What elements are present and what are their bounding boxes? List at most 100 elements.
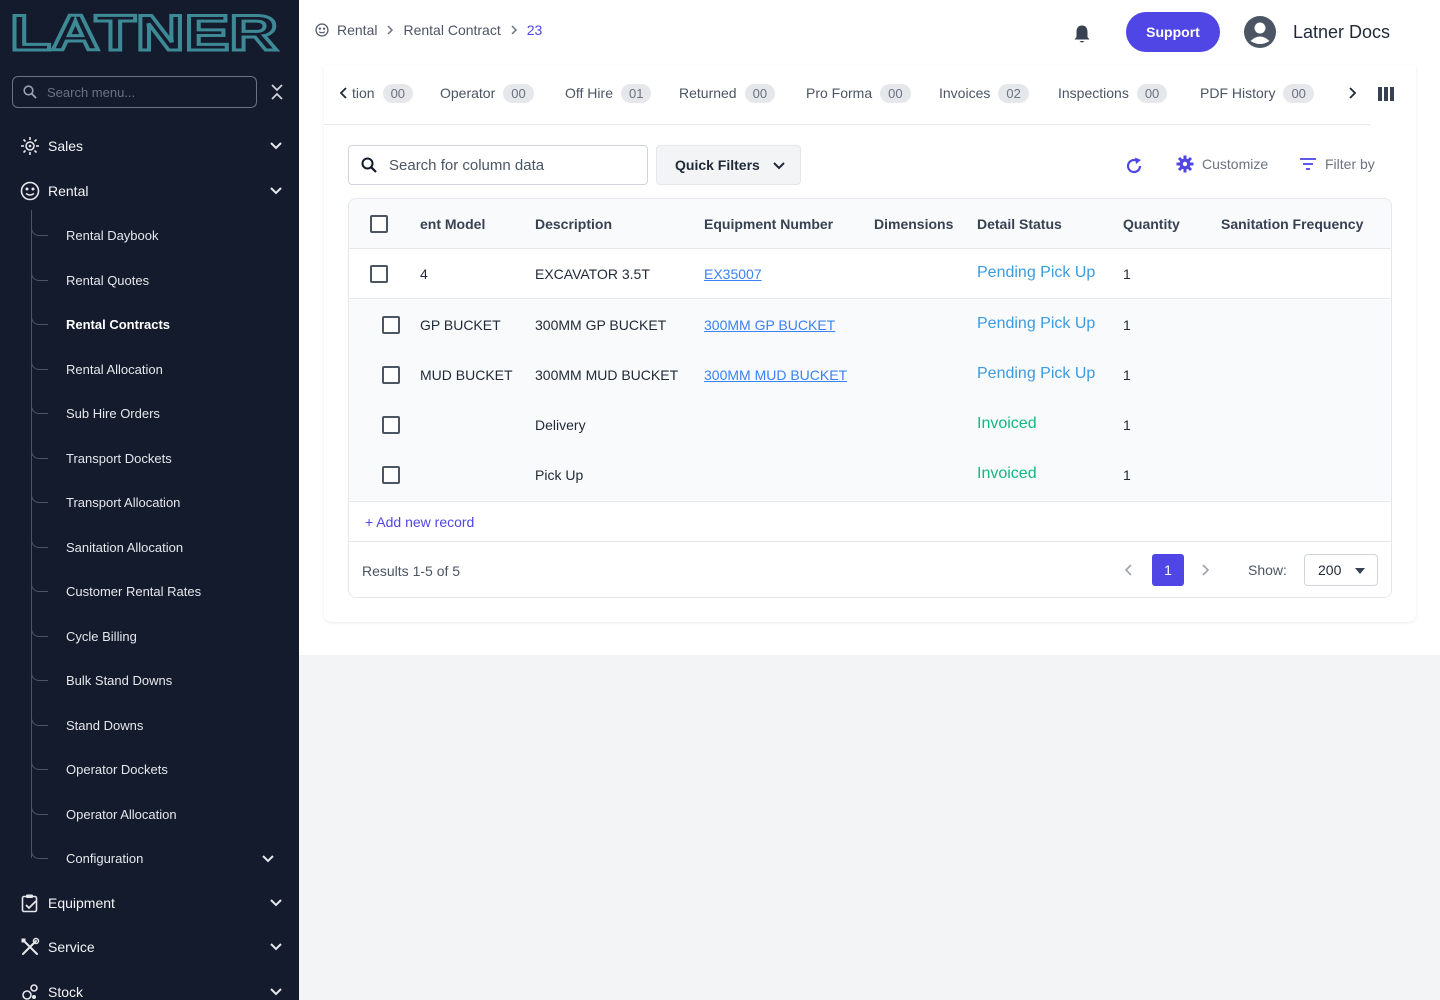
sidebar-item-customer-rental-rates[interactable]: Customer Rental Rates bbox=[31, 571, 299, 611]
avatar[interactable] bbox=[1244, 16, 1276, 48]
row-checkbox[interactable] bbox=[382, 466, 400, 484]
sidebar-item-equipment[interactable]: Equipment bbox=[0, 883, 299, 923]
chevron-left-icon[interactable] bbox=[1122, 563, 1136, 577]
tab-returned[interactable]: Returned 00 bbox=[679, 82, 776, 104]
support-button[interactable]: Support bbox=[1126, 12, 1220, 52]
tab-pdf-history[interactable]: PDF History 00 bbox=[1200, 82, 1314, 104]
chevron-left-icon[interactable] bbox=[336, 85, 352, 101]
cell-detail-status: Pending Pick Up bbox=[977, 365, 1096, 382]
tab-count: 01 bbox=[620, 83, 652, 103]
sidebar-item-configuration[interactable]: Configuration bbox=[31, 838, 299, 878]
tab-operator[interactable]: Operator 00 bbox=[440, 82, 534, 104]
sidebar-item-label: Sub Hire Orders bbox=[66, 405, 160, 421]
sidebar-item-service[interactable]: Service bbox=[0, 927, 299, 967]
column-search-input[interactable] bbox=[389, 156, 639, 174]
table-row[interactable]: GP BUCKET 300MM GP BUCKET 300MM GP BUCKE… bbox=[349, 300, 1391, 350]
tab-off-hire[interactable]: Off Hire 01 bbox=[565, 82, 652, 104]
sidebar-item-sales[interactable]: Sales bbox=[0, 126, 299, 166]
column-header-quantity[interactable]: Quantity bbox=[1123, 216, 1180, 232]
sidebar-item-rental-allocation[interactable]: Rental Allocation bbox=[31, 349, 299, 389]
sidebar-item-transport-dockets[interactable]: Transport Dockets bbox=[31, 438, 299, 478]
column-header-dimensions[interactable]: Dimensions bbox=[874, 216, 953, 232]
filter-by-button[interactable]: Filter by bbox=[1299, 155, 1375, 173]
collapse-sidebar-icon[interactable] bbox=[268, 82, 286, 102]
menu-search-box[interactable] bbox=[12, 76, 257, 108]
breadcrumb-rental-contract[interactable]: Rental Contract bbox=[403, 22, 500, 38]
service-icon bbox=[20, 937, 40, 957]
equipment-icon bbox=[20, 893, 40, 913]
column-header-description[interactable]: Description bbox=[535, 216, 612, 232]
sidebar-item-rental[interactable]: Rental bbox=[0, 171, 299, 211]
customize-label: Customize bbox=[1202, 156, 1269, 172]
quick-filters-button[interactable]: Quick Filters bbox=[656, 145, 801, 185]
cell-description: 300MM MUD BUCKET bbox=[535, 367, 679, 383]
cell-equipment-number-link[interactable]: 300MM MUD BUCKET bbox=[704, 367, 847, 383]
sidebar-item-rental-contracts[interactable]: Rental Contracts bbox=[31, 304, 299, 344]
sidebar-item-transport-allocation[interactable]: Transport Allocation bbox=[31, 482, 299, 522]
sidebar-item-stock[interactable]: Stock bbox=[0, 972, 299, 1000]
page-size-label: Show: bbox=[1248, 562, 1287, 578]
bell-icon[interactable] bbox=[1071, 23, 1093, 45]
chevron-right-icon[interactable] bbox=[1344, 85, 1360, 101]
table-row[interactable]: 4 EXCAVATOR 3.5T EX35007 Pending Pick Up… bbox=[349, 249, 1391, 299]
cell-equipment-number-link[interactable]: EX35007 bbox=[704, 266, 762, 282]
quick-filters-label: Quick Filters bbox=[675, 157, 760, 173]
column-header-detail-status[interactable]: Detail Status bbox=[977, 216, 1062, 232]
sidebar-item-sanitation-allocation[interactable]: Sanitation Allocation bbox=[31, 527, 299, 567]
page-size-select[interactable]: 200 bbox=[1304, 554, 1378, 586]
refresh-icon[interactable] bbox=[1124, 156, 1144, 176]
top-header: Rental Rental Contract 23 Support Latner… bbox=[299, 0, 1440, 65]
table-row[interactable]: Delivery Invoiced 1 bbox=[349, 400, 1391, 450]
tab-invoices[interactable]: Invoices 02 bbox=[939, 82, 1029, 104]
tab-count: 00 bbox=[880, 83, 911, 103]
select-all-checkbox[interactable] bbox=[370, 215, 388, 233]
breadcrumb-rental[interactable]: Rental bbox=[337, 22, 377, 38]
columns-icon[interactable] bbox=[1378, 87, 1394, 101]
customize-button[interactable]: Customize bbox=[1176, 155, 1268, 173]
breadcrumb: Rental Rental Contract 23 bbox=[315, 22, 542, 38]
table-row[interactable]: Pick Up Invoiced 1 bbox=[349, 450, 1391, 500]
tab-label: Operator bbox=[440, 85, 496, 101]
cell-model: 4 bbox=[420, 266, 428, 282]
column-header-model[interactable]: ent Model bbox=[420, 216, 485, 232]
table-row[interactable]: MUD BUCKET 300MM MUD BUCKET 300MM MUD BU… bbox=[349, 350, 1391, 400]
column-header-equipment-number[interactable]: Equipment Number bbox=[704, 216, 833, 232]
tab-count: 00 bbox=[382, 83, 414, 103]
sidebar-item-stand-downs[interactable]: Stand Downs bbox=[31, 705, 299, 745]
column-header-sanitation-frequency[interactable]: Sanitation Frequency bbox=[1221, 216, 1363, 232]
row-checkbox[interactable] bbox=[382, 416, 400, 434]
add-new-record-link[interactable]: + Add new record bbox=[349, 501, 1391, 541]
sidebar-item-rental-daybook[interactable]: Rental Daybook bbox=[31, 215, 299, 255]
sidebar-item-operator-dockets[interactable]: Operator Dockets bbox=[31, 749, 299, 789]
sidebar-item-label: Customer Rental Rates bbox=[66, 583, 202, 599]
sidebar-item-bulk-stand-downs[interactable]: Bulk Stand Downs bbox=[31, 660, 299, 700]
tab-pro-forma[interactable]: Pro Forma 00 bbox=[806, 82, 911, 104]
column-search-box[interactable] bbox=[348, 145, 648, 185]
sidebar-item-label: Service bbox=[48, 939, 95, 955]
chevron-down-icon bbox=[270, 142, 282, 150]
sidebar-item-label: Rental Contracts bbox=[66, 316, 171, 332]
page-button-current[interactable]: 1 bbox=[1152, 554, 1184, 586]
user-name[interactable]: Latner Docs bbox=[1293, 22, 1390, 43]
sidebar-item-sub-hire-orders[interactable]: Sub Hire Orders bbox=[31, 393, 299, 433]
chevron-right-icon[interactable] bbox=[1198, 563, 1212, 577]
tab-allocation[interactable]: tion 00 bbox=[352, 82, 414, 104]
tab-label: Pro Forma bbox=[806, 85, 873, 101]
sidebar-item-cycle-billing[interactable]: Cycle Billing bbox=[31, 616, 299, 656]
filter-icon bbox=[1300, 158, 1316, 170]
row-checkbox[interactable] bbox=[382, 366, 400, 384]
latner-logo[interactable]: LATNER bbox=[10, 10, 280, 54]
gear-icon bbox=[1176, 155, 1194, 173]
rental-icon bbox=[315, 23, 329, 37]
sidebar-item-label: Rental bbox=[48, 183, 89, 199]
sidebar-item-rental-quotes[interactable]: Rental Quotes bbox=[31, 260, 299, 300]
cell-equipment-number-link[interactable]: 300MM GP BUCKET bbox=[704, 317, 835, 333]
sidebar-item-operator-allocation[interactable]: Operator Allocation bbox=[31, 794, 299, 834]
sidebar-item-label: Operator Dockets bbox=[66, 761, 168, 777]
row-checkbox[interactable] bbox=[382, 316, 400, 334]
chevron-down-icon bbox=[270, 988, 282, 996]
equipment-table: ent Model Description Equipment Number D… bbox=[348, 198, 1392, 598]
tab-inspections[interactable]: Inspections 00 bbox=[1058, 82, 1168, 104]
menu-search-input[interactable] bbox=[47, 84, 237, 100]
row-checkbox[interactable] bbox=[370, 265, 388, 283]
